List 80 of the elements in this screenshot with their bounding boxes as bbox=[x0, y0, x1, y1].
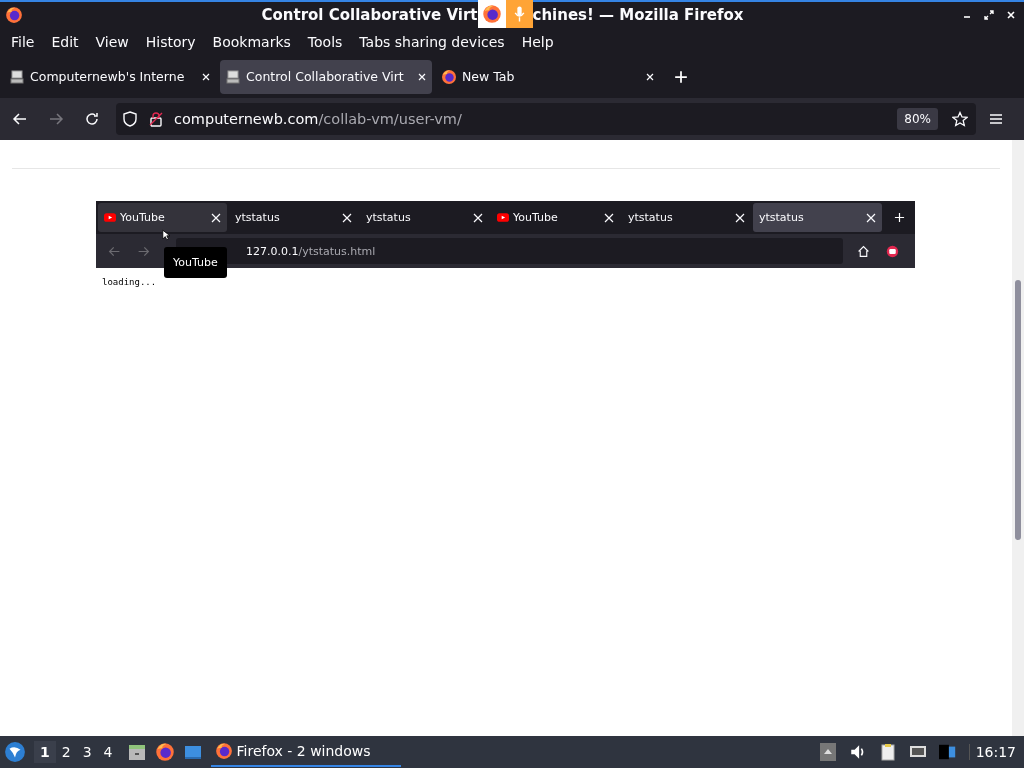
close-icon[interactable] bbox=[342, 212, 352, 223]
menu-item[interactable]: History bbox=[136, 31, 204, 52]
browser-tab[interactable]: YouTube bbox=[491, 203, 620, 232]
workspace-button[interactable]: 2 bbox=[55, 741, 77, 763]
menu-item[interactable]: Help bbox=[512, 31, 562, 52]
browser-tab[interactable]: Computernewb's Interne bbox=[4, 59, 216, 94]
browser-tab[interactable]: ytstatus bbox=[753, 203, 882, 232]
page-text: loading... bbox=[102, 277, 157, 287]
menu-item[interactable]: Tabs sharing devices bbox=[350, 31, 513, 52]
close-icon[interactable] bbox=[645, 71, 655, 82]
browser-tab[interactable]: Control Collaborative Virt bbox=[220, 59, 432, 94]
tooltip: YouTube bbox=[164, 247, 227, 278]
firefox-icon bbox=[154, 742, 175, 762]
workspace-button[interactable]: 1 bbox=[34, 741, 56, 763]
menu-item[interactable]: Bookmarks bbox=[203, 31, 299, 52]
close-icon[interactable] bbox=[604, 212, 614, 223]
play-icon bbox=[104, 213, 116, 222]
window-title: chines! — Mozilla Firefox bbox=[532, 6, 744, 24]
back-icon[interactable] bbox=[12, 111, 28, 127]
firefox-icon bbox=[5, 6, 23, 24]
close-icon[interactable] bbox=[866, 212, 876, 223]
shield-icon[interactable] bbox=[122, 111, 138, 127]
url-text: computernewb.com/collab-vm/user-vm/ bbox=[174, 111, 463, 127]
close-icon[interactable] bbox=[1006, 10, 1016, 20]
play-icon bbox=[497, 213, 509, 222]
firefox-icon bbox=[481, 4, 502, 24]
workspace-button[interactable]: 4 bbox=[97, 741, 119, 763]
close-icon[interactable] bbox=[211, 212, 221, 223]
home-icon[interactable] bbox=[857, 244, 870, 258]
browser-tab[interactable]: New Tab bbox=[436, 59, 660, 94]
tab-title: YouTube bbox=[120, 211, 166, 224]
tab-title: Computernewb's Interne bbox=[30, 69, 186, 84]
tab-title: ytstatus bbox=[759, 211, 805, 224]
tray-up-icon[interactable] bbox=[818, 743, 837, 761]
address-bar[interactable]: computernewb.com/collab-vm/user-vm/ 80% bbox=[116, 103, 976, 135]
browser-tab[interactable]: ytstatus bbox=[229, 203, 358, 232]
tab-title: ytstatus bbox=[235, 211, 281, 224]
tab-title: Control Collaborative Virt bbox=[246, 69, 405, 84]
new-tab-icon[interactable] bbox=[894, 212, 905, 223]
taskbar-button[interactable]: Firefox - 2 windows bbox=[210, 737, 401, 767]
close-icon[interactable] bbox=[473, 212, 483, 223]
tray-app-icon[interactable] bbox=[938, 743, 957, 761]
tab-title: ytstatus bbox=[628, 211, 674, 224]
browser-tab[interactable]: ytstatus bbox=[622, 203, 751, 232]
menu-item[interactable]: File bbox=[2, 31, 43, 52]
forward-icon[interactable] bbox=[137, 244, 150, 258]
scrollbar[interactable] bbox=[1012, 140, 1024, 736]
pointer-icon bbox=[162, 229, 170, 241]
start-menu-icon[interactable] bbox=[4, 741, 26, 763]
close-icon[interactable] bbox=[417, 71, 427, 82]
zoom-level[interactable]: 80% bbox=[897, 108, 938, 130]
tab-title: YouTube bbox=[513, 211, 559, 224]
reload-icon[interactable] bbox=[84, 111, 100, 127]
star-icon[interactable] bbox=[952, 111, 968, 127]
play-icon[interactable] bbox=[886, 244, 899, 258]
firefox-icon bbox=[214, 742, 233, 760]
close-icon[interactable] bbox=[735, 212, 745, 223]
scrollbar-thumb[interactable] bbox=[1015, 280, 1021, 540]
menu-icon[interactable] bbox=[988, 111, 1004, 127]
new-tab-icon[interactable] bbox=[674, 69, 688, 84]
tab-title: ytstatus bbox=[366, 211, 412, 224]
forward-icon[interactable] bbox=[48, 111, 64, 127]
computer-icon bbox=[9, 68, 25, 85]
computer-icon bbox=[225, 68, 241, 85]
browser-tab[interactable]: YouTube bbox=[98, 203, 227, 232]
clipboard-icon[interactable] bbox=[878, 743, 897, 761]
lock-icon[interactable] bbox=[148, 111, 164, 127]
window-title: Control Collaborative Virt bbox=[261, 6, 478, 24]
close-icon[interactable] bbox=[201, 71, 211, 82]
menu-item[interactable]: View bbox=[86, 31, 137, 52]
url-text: 127.0.0.1/ytstatus.html bbox=[246, 244, 376, 258]
menu-item[interactable]: Tools bbox=[298, 31, 351, 52]
file-cabinet-icon[interactable] bbox=[126, 742, 147, 762]
menu-item[interactable]: Edit bbox=[42, 31, 87, 52]
workspace-button[interactable]: 3 bbox=[76, 741, 98, 763]
browser-tab[interactable]: ytstatus bbox=[360, 203, 489, 232]
tab-title: New Tab bbox=[462, 69, 516, 84]
firefox-icon bbox=[441, 68, 457, 85]
clock: 16:17 bbox=[968, 744, 1024, 760]
restore-icon[interactable] bbox=[984, 10, 994, 20]
